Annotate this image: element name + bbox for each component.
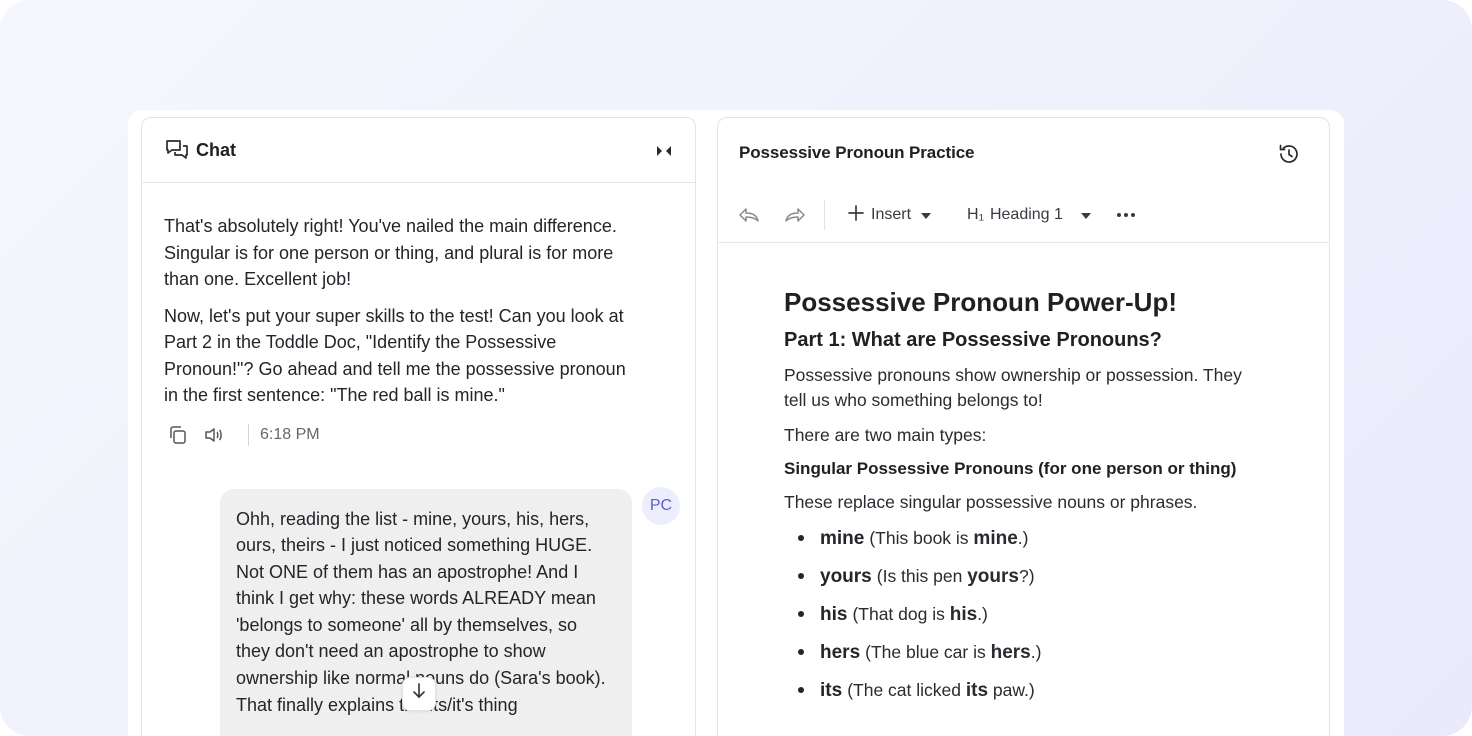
redo-icon[interactable] xyxy=(782,202,808,228)
list-item: mine (This book is mine.) xyxy=(784,525,1263,552)
scroll-to-bottom-button[interactable] xyxy=(402,676,436,711)
list-item: his (That dog is his.) xyxy=(784,601,1263,628)
undo-icon[interactable] xyxy=(736,202,762,228)
doc-panel: Possessive Pronoun Practice Insert H₁ He… xyxy=(717,117,1330,736)
arrow-down-icon xyxy=(411,682,427,705)
insert-button[interactable]: Insert xyxy=(847,200,932,230)
copy-icon[interactable] xyxy=(166,423,190,447)
doc-heading-1: Possessive Pronoun Power-Up! xyxy=(784,287,1177,317)
pronoun-list: mine (This book is mine.) yours (Is this p… xyxy=(784,525,1263,704)
message-timestamp: 6:18 PM xyxy=(260,425,320,443)
user-message: Ohh, reading the list - mine, yours, his… xyxy=(164,486,680,736)
doc-heading-3: Singular Possessive Pronouns (for one pe… xyxy=(784,459,1237,478)
doc-singular-desc: These replace singular possessive nouns … xyxy=(784,492,1198,512)
speaker-icon[interactable] xyxy=(202,423,226,447)
plus-icon xyxy=(847,204,865,227)
doc-title: Possessive Pronoun Practice xyxy=(739,143,975,162)
toolbar-divider xyxy=(824,200,825,230)
chat-header: Chat xyxy=(142,118,695,183)
chat-messages[interactable]: That's absolutely right! You've nailed t… xyxy=(142,183,695,736)
doc-types-intro: There are two main types: xyxy=(784,425,987,445)
chat-bubbles-icon xyxy=(164,137,190,163)
doc-intro: Possessive pronouns show ownership or po… xyxy=(784,365,1242,410)
caret-down-icon xyxy=(921,206,932,224)
editor-toolbar: Insert H₁ Heading 1 xyxy=(718,188,1329,243)
doc-content[interactable]: Possessive Pronoun Power-Up! Part 1: Wha… xyxy=(718,243,1329,704)
avatar: PC xyxy=(642,486,680,525)
caret-down-icon xyxy=(1080,206,1091,224)
meta-divider xyxy=(248,423,249,446)
heading-icon: H₁ xyxy=(967,206,984,223)
heading-label: Heading 1 xyxy=(989,206,1063,223)
list-item: yours (Is this pen yours?) xyxy=(784,563,1263,590)
assistant-message-paragraph: Now, let's put your super skills to the … xyxy=(164,305,626,406)
history-icon[interactable] xyxy=(1277,142,1301,166)
list-item: hers (The blue car is hers.) xyxy=(784,639,1263,666)
chat-panel: Chat That's absolutely right! You've nai… xyxy=(141,117,696,736)
assistant-message-paragraph: That's absolutely right! You've nailed t… xyxy=(164,216,617,289)
collapse-panel-icon[interactable] xyxy=(653,140,675,162)
heading-select[interactable]: H₁ Heading 1 xyxy=(967,200,1091,230)
more-horizontal-icon[interactable] xyxy=(1111,200,1141,230)
message-meta: 6:18 PM xyxy=(164,423,673,447)
chat-title: Chat xyxy=(196,139,236,160)
doc-heading-2: Part 1: What are Possessive Pronouns? xyxy=(784,329,1162,351)
insert-label: Insert xyxy=(871,206,912,223)
doc-header: Possessive Pronoun Practice xyxy=(718,118,1329,188)
assistant-message: That's absolutely right! You've nailed t… xyxy=(164,213,673,447)
list-item: its (The cat licked its paw.) xyxy=(784,677,1263,704)
